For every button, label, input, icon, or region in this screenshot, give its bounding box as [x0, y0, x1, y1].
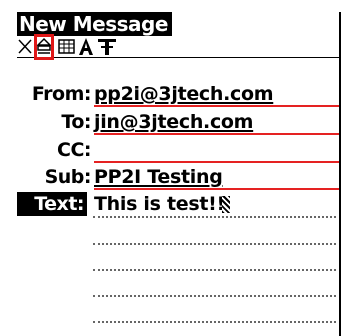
body-line — [93, 243, 336, 245]
sub-label: Sub: — [44, 166, 92, 188]
send-icon[interactable] — [34, 34, 54, 60]
new-message-screen: New Message From: pp2i@3jtech.com To: ji… — [0, 0, 341, 336]
text-cursor — [222, 196, 230, 213]
body-line — [93, 269, 336, 271]
from-row: From: pp2i@3jtech.com — [17, 82, 340, 108]
sub-row: Sub: PP2I Testing — [17, 165, 340, 191]
text-label: Text: — [17, 192, 87, 216]
from-field[interactable]: pp2i@3jtech.com — [94, 82, 274, 106]
cc-row: CC: — [17, 138, 340, 164]
from-underline — [94, 105, 340, 107]
from-label: From: — [31, 83, 92, 105]
sub-underline — [94, 188, 340, 190]
close-icon[interactable] — [17, 36, 33, 57]
grid-icon[interactable] — [57, 36, 77, 57]
subject-field[interactable]: PP2I Testing — [94, 165, 223, 189]
body-line — [93, 216, 336, 218]
to-label: To: — [61, 111, 91, 133]
to-underline — [94, 133, 340, 135]
body-line — [93, 295, 336, 297]
font-icon[interactable] — [77, 36, 95, 57]
window-title: New Message — [17, 12, 172, 36]
cc-label: CC: — [57, 139, 92, 161]
cc-underline — [94, 161, 340, 163]
body-line — [93, 321, 336, 323]
to-row: To: jin@3jtech.com — [17, 110, 340, 136]
toolbar — [17, 34, 340, 60]
to-field[interactable]: jin@3jtech.com — [94, 110, 253, 134]
body-text-field[interactable]: This is test!! — [94, 192, 225, 216]
text-size-icon[interactable] — [97, 36, 117, 57]
